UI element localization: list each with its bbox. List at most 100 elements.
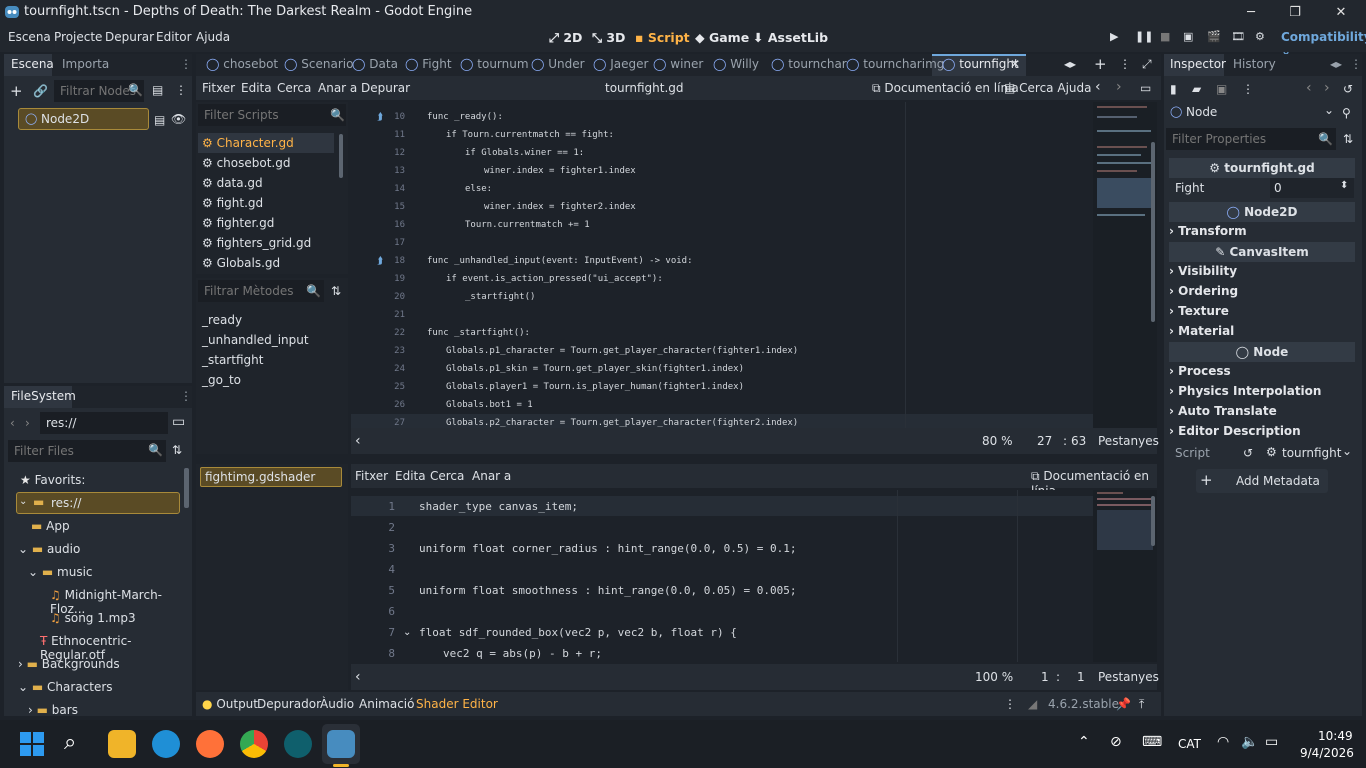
script-menu-debug[interactable]: Depurar [361, 81, 410, 95]
history-back-icon[interactable]: ‹ [1306, 80, 1312, 96]
windows-start-icon[interactable] [20, 732, 44, 756]
menu-help[interactable]: Ajuda [196, 30, 230, 44]
workspace-game[interactable]: ◆ Game [695, 30, 749, 45]
node-selector[interactable]: ◯ Node ⌄ [1166, 103, 1336, 123]
close-tab-icon[interactable]: ✕ [1010, 57, 1020, 71]
tab-output[interactable]: ● Output [202, 697, 258, 711]
section-auto-translate[interactable]: › Auto Translate [1169, 404, 1355, 424]
section-process[interactable]: › Process [1169, 364, 1355, 384]
edge-browser-icon[interactable] [152, 730, 180, 758]
search-icon[interactable]: ⌕ [64, 730, 76, 755]
section-physics-interpolation[interactable]: › Physics Interpolation [1169, 384, 1355, 404]
play-custom-icon[interactable]: 🎞 [1231, 30, 1245, 43]
res-root-item[interactable]: ⌄ ▬ res:// [16, 492, 180, 514]
chevron-up-icon[interactable]: ⌃ [1078, 734, 1090, 750]
zoom-level[interactable]: 100 % [975, 670, 1013, 684]
language-indicator[interactable]: CAT [1178, 737, 1201, 751]
workspace-3d[interactable]: ⤡ 3D [592, 30, 625, 46]
tab-data[interactable]: ◯ Data [352, 57, 398, 71]
folder-backgrounds[interactable]: › ▬ Backgrounds [18, 657, 120, 671]
scrollbar[interactable] [184, 468, 189, 508]
filter-files-input[interactable] [8, 440, 166, 462]
folder-app[interactable]: ▬ App [31, 519, 70, 533]
sort-icon[interactable]: ⇅ [172, 443, 182, 457]
folder-music[interactable]: ⌄ ▬ music [28, 565, 93, 579]
script-menu-file[interactable]: Fitxer [202, 81, 235, 95]
history-forward-icon[interactable]: › [1324, 80, 1330, 96]
link-icon[interactable]: 🔗 [33, 84, 48, 98]
favorites-item[interactable]: ★ Favorits: [20, 473, 85, 487]
history-forward-icon[interactable]: › [1116, 79, 1122, 95]
options-icon[interactable]: ⋮ [1242, 82, 1254, 96]
indent-mode[interactable]: Pestanyes [1098, 670, 1159, 684]
add-node-icon[interactable]: + [10, 82, 23, 100]
keyboard-icon[interactable]: ⌨ [1142, 734, 1162, 750]
shader-menu-file[interactable]: Fitxer [355, 469, 388, 483]
save-resource-icon[interactable]: ▣ [1216, 82, 1227, 96]
pin-icon[interactable]: 📌 [1116, 697, 1131, 711]
menu-debug[interactable]: Depurar [105, 30, 154, 44]
visibility-eye-icon[interactable]: 👁 [171, 112, 186, 126]
method-item-unhandled-input[interactable]: _unhandled_input [202, 333, 309, 347]
folder-audio[interactable]: ⌄ ▬ audio [18, 542, 80, 556]
node-script-icon[interactable]: ⚲ [1342, 106, 1351, 120]
script-property-value[interactable]: ⚙ tournfight ⌄ [1262, 443, 1356, 463]
fold-chevron-icon[interactable]: ⌄ [403, 627, 411, 638]
workspace-2d[interactable]: ⤢ 2D [549, 30, 582, 46]
tab-debugger[interactable]: Depurador [257, 697, 321, 711]
script-menu-search[interactable]: Cerca [277, 81, 311, 95]
options-icon[interactable]: ⋮ [175, 83, 187, 97]
expand-panel-icon[interactable]: ⤒ [1139, 697, 1144, 712]
remote-debug-icon[interactable]: ▣ [1183, 30, 1193, 43]
battery-icon[interactable]: ▭ [1265, 734, 1278, 750]
forward-icon[interactable]: › [25, 416, 30, 430]
scrollbar[interactable] [1151, 496, 1155, 546]
shader-menu-goto[interactable]: Anar a [472, 469, 511, 483]
tab-scroll-left-icon[interactable]: ◂▸ [1064, 57, 1076, 71]
maximize-button[interactable]: ❐ [1272, 0, 1318, 24]
toggle-panel-icon[interactable]: ▭ [1140, 81, 1151, 95]
open-resource-icon[interactable]: ▰ [1192, 82, 1201, 96]
script-item-chosebot[interactable]: ⚙ chosebot.gd [202, 156, 290, 170]
pause-icon[interactable]: ❚❚ [1135, 30, 1153, 43]
tab-animation[interactable]: Animació [359, 697, 414, 711]
tab-menu-icon[interactable]: ⋮ [1119, 57, 1131, 71]
section-texture[interactable]: › Texture [1169, 304, 1355, 324]
godot-taskbar-icon[interactable] [327, 730, 355, 758]
chrome-icon[interactable] [240, 730, 268, 758]
scene-tree-item-node2d[interactable]: ◯ Node2D [18, 108, 149, 130]
tab-tournum[interactable]: ◯ tournum [460, 57, 529, 71]
property-options-icon[interactable]: ⇅ [1343, 132, 1353, 146]
section-transform[interactable]: › Transform [1169, 224, 1355, 244]
zoom-level[interactable]: 80 % [982, 434, 1013, 448]
indent-mode[interactable]: Pestanyes [1098, 434, 1159, 448]
tab-nav-icon[interactable]: ◂▸ [1330, 57, 1342, 71]
tab-fight[interactable]: ◯ Fight [405, 57, 452, 71]
tab-under[interactable]: ◯ Under [531, 57, 585, 71]
clock-date[interactable]: 9/4/2026 [1300, 746, 1354, 760]
section-ordering[interactable]: › Ordering [1169, 284, 1355, 304]
stop-icon[interactable]: ■ [1160, 30, 1170, 43]
script-menu-edit[interactable]: Edita [241, 81, 272, 95]
tab-winer[interactable]: ◯ winer [653, 57, 703, 71]
workspace-assetlib[interactable]: ⬇ AssetLib [753, 30, 828, 45]
script-menu-goto[interactable]: Anar a [318, 81, 357, 95]
dock-menu-icon[interactable]: ⋮ [180, 389, 192, 403]
section-visibility[interactable]: › Visibility [1169, 264, 1355, 284]
shader-menu-edit[interactable]: Edita [395, 469, 426, 483]
script-item-data[interactable]: ⚙ data.gd [202, 176, 263, 190]
movie-icon[interactable]: ⚙ [1255, 30, 1265, 43]
wifi-icon[interactable]: ◠ [1217, 734, 1229, 750]
script-item-fighters-grid[interactable]: ⚙ fighters_grid.gd [202, 236, 311, 250]
minimize-button[interactable]: ─ [1228, 0, 1274, 24]
workspace-script[interactable]: ▪ Script [635, 30, 690, 45]
tab-audio[interactable]: Àudio [320, 697, 354, 711]
object-history-icon[interactable]: ↺ [1343, 82, 1353, 96]
app-wave-icon[interactable] [284, 730, 312, 758]
shader-file-item[interactable]: fightimg.gdshader [200, 467, 342, 487]
shader-code-editor[interactable]: 1 2 3 4 5 6 7 8 ⌄ shader_type canvas_ite… [351, 490, 1157, 662]
clock-time[interactable]: 10:49 [1318, 729, 1353, 743]
play-scene-icon[interactable]: 🎬 [1207, 30, 1221, 43]
method-item-go-to[interactable]: _go_to [202, 373, 241, 387]
tab-scenario[interactable]: ◯ Scenario [284, 57, 353, 71]
